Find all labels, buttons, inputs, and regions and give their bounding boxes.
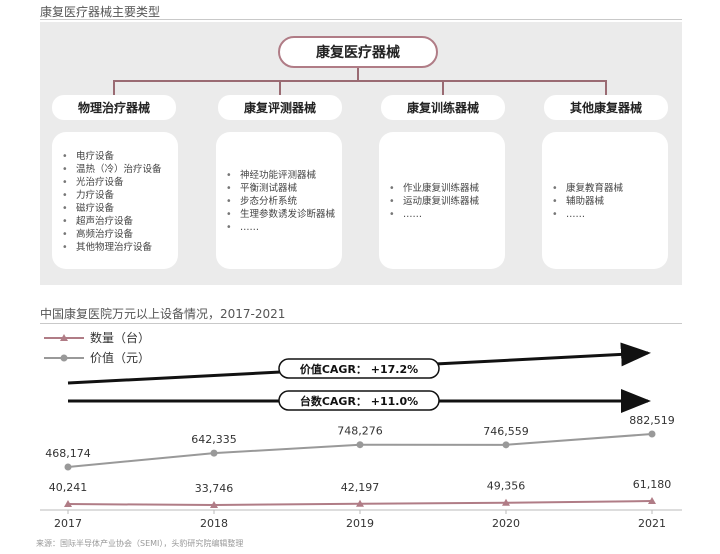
x-tick-label: 2018	[200, 517, 228, 530]
value-data-label: 748,276	[337, 425, 383, 438]
quantity-data-label: 61,180	[633, 478, 672, 491]
quantity-data-label: 40,241	[49, 481, 88, 494]
value-point	[210, 449, 218, 457]
value-series-line	[67, 433, 653, 468]
value-data-label: 882,519	[629, 414, 675, 427]
value-point	[356, 441, 364, 449]
value-data-label: 468,174	[45, 447, 91, 460]
value-cagr-label: 价值CAGR： +17.2%	[300, 362, 418, 376]
value-data-label: 642,335	[191, 433, 237, 446]
value-data-label: 746,559	[483, 425, 529, 438]
value-point	[502, 441, 510, 449]
count-cagr-label: 台数CAGR： +11.0%	[300, 394, 418, 408]
value-point	[648, 430, 656, 438]
quantity-data-label: 42,197	[341, 481, 380, 494]
value-point	[64, 463, 72, 471]
quantity-data-label: 33,746	[195, 482, 234, 495]
x-tick-label: 2019	[346, 517, 374, 530]
equipment-chart: 价值CAGR： +17.2% 台数CAGR： +11.0% 468,174 642…	[40, 342, 682, 530]
x-tick-label: 2017	[54, 517, 82, 530]
x-tick-label: 2021	[638, 517, 666, 530]
x-tick-label: 2020	[492, 517, 520, 530]
source-note: 来源：国际半导体产业协会（SEMI），头豹研究院编辑整理	[36, 539, 244, 548]
quantity-data-label: 49,356	[487, 480, 526, 493]
